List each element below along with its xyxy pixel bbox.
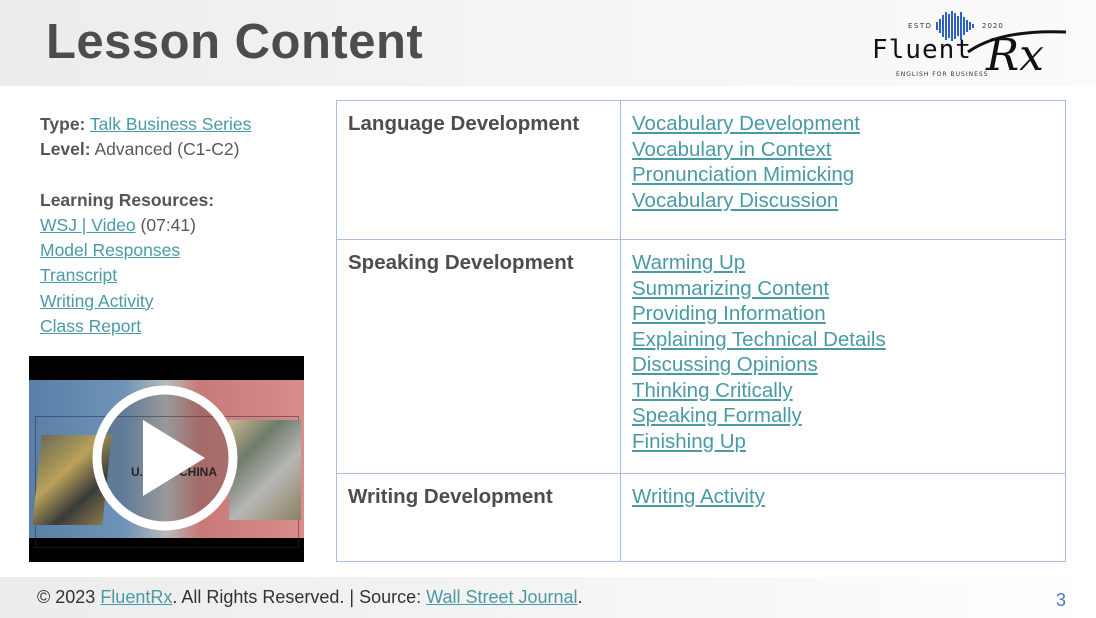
discussing-opinions-link[interactable]: Discussing Opinions [632, 352, 1055, 378]
logo-tagline: ENGLISH FOR BUSINESS [896, 71, 989, 78]
copyright-prefix: © 2023 [37, 587, 101, 607]
logo-year: 2020 [982, 22, 1004, 30]
transcript-link[interactable]: Transcript [40, 265, 117, 285]
type-line: Type: Talk Business Series [40, 112, 320, 137]
row-links-language: Vocabulary Development Vocabulary in Con… [620, 100, 1066, 240]
footer-band: © 2023 FluentRx. All Rights Reserved. | … [0, 577, 1096, 618]
level-value: Advanced (C1-C2) [94, 139, 240, 160]
play-icon[interactable] [91, 384, 239, 532]
resources-heading: Learning Resources: [40, 189, 215, 210]
row-heading-writing: Writing Development [336, 473, 621, 562]
row-heading-speaking: Speaking Development [336, 239, 621, 474]
copyright-suffix: . [577, 587, 583, 607]
wsj-video-link[interactable]: WSJ | Video [40, 215, 136, 235]
explaining-technical-details-link[interactable]: Explaining Technical Details [632, 327, 1055, 353]
logo-brand-script: Rx [985, 30, 1044, 80]
vocabulary-in-context-link[interactable]: Vocabulary in Context [632, 137, 1055, 163]
vocabulary-discussion-link[interactable]: Vocabulary Discussion [632, 188, 1055, 214]
level-label: Level: [40, 139, 91, 160]
wall-street-journal-link[interactable]: Wall Street Journal [426, 587, 577, 607]
lesson-info: Type: Talk Business Series Level: Advanc… [40, 112, 320, 339]
speaking-formally-link[interactable]: Speaking Formally [632, 403, 1055, 429]
logo-estd: ESTD [908, 22, 933, 30]
copyright-line: © 2023 FluentRx. All Rights Reserved. | … [37, 587, 583, 608]
warming-up-link[interactable]: Warming Up [632, 250, 1055, 276]
type-label: Type: [40, 114, 86, 134]
writing-activity-table-link[interactable]: Writing Activity [632, 484, 1055, 510]
class-report-link[interactable]: Class Report [40, 316, 141, 336]
page-number: 3 [1055, 590, 1066, 610]
finishing-up-link[interactable]: Finishing Up [632, 429, 1055, 455]
table-row: Writing Development Writing Activity [336, 473, 1066, 562]
pronunciation-mimicking-link[interactable]: Pronunciation Mimicking [632, 162, 1055, 188]
model-responses-link[interactable]: Model Responses [40, 240, 180, 260]
vocabulary-development-link[interactable]: Vocabulary Development [632, 111, 1055, 137]
thinking-critically-link[interactable]: Thinking Critically [632, 378, 1055, 404]
row-heading-language: Language Development [336, 100, 621, 240]
table-row: Speaking Development Warming Up Summariz… [336, 239, 1066, 474]
writing-activity-link[interactable]: Writing Activity [40, 291, 153, 311]
providing-information-link[interactable]: Providing Information [632, 301, 1055, 327]
logo-brand: Fluent [872, 35, 972, 65]
video-thumbnail[interactable]: U.S. CHINA [29, 356, 304, 562]
video-duration: (07:41) [140, 214, 196, 235]
copyright-middle: . All Rights Reserved. | Source: [172, 587, 427, 607]
lesson-content-table: Language Development Vocabulary Developm… [336, 100, 1066, 562]
level-line: Level: Advanced (C1-C2) [40, 137, 320, 162]
video-resource-line: WSJ | Video (07:41) [40, 213, 320, 238]
row-links-speaking: Warming Up Summarizing Content Providing… [620, 239, 1066, 474]
type-link[interactable]: Talk Business Series [90, 114, 251, 134]
row-links-writing: Writing Activity [620, 473, 1066, 562]
chip-image-right [229, 420, 301, 520]
page-title: Lesson Content [46, 15, 424, 69]
fluentrx-link[interactable]: FluentRx [100, 587, 172, 607]
fluentrx-logo: ESTD 2020 Fluent Rx ENGLISH FOR BUSINESS [872, 11, 1067, 80]
summarizing-content-link[interactable]: Summarizing Content [632, 276, 1055, 302]
table-row: Language Development Vocabulary Developm… [336, 100, 1066, 240]
